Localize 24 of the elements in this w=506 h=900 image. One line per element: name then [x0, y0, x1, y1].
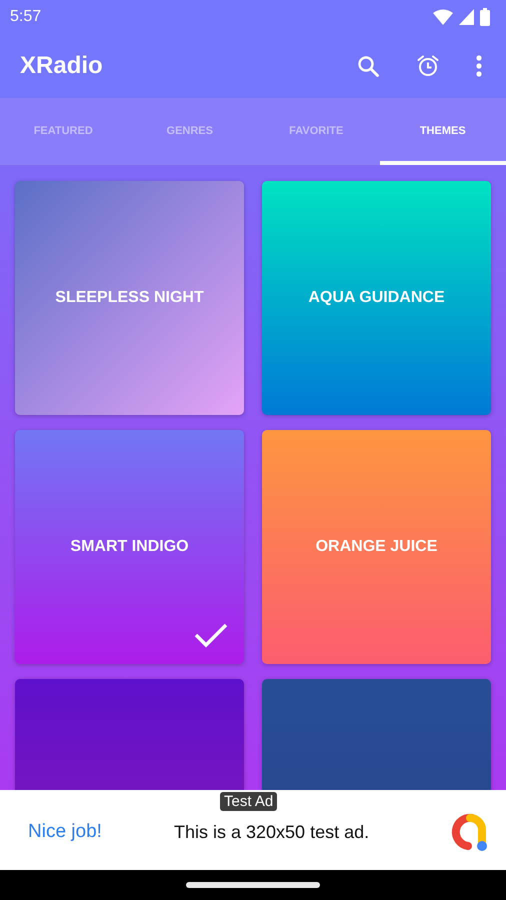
tab[interactable]: FEATURED	[0, 98, 126, 165]
ad-badge: Test Ad	[220, 792, 278, 811]
signal-icon	[459, 8, 474, 24]
home-handle[interactable]	[186, 882, 320, 888]
theme-name: ORANGE JUICE	[316, 538, 438, 556]
search-icon[interactable]	[356, 54, 380, 78]
more-options-icon[interactable]	[476, 54, 482, 76]
theme-name: SMART INDIGO	[70, 538, 189, 556]
alarm-clock-icon[interactable]	[416, 54, 440, 78]
theme-card[interactable]: SLEEPLESS NIGHT	[15, 181, 244, 415]
tab[interactable]: GENRES	[126, 98, 253, 165]
theme-card[interactable]: ORANGE JUICE	[262, 430, 491, 664]
ad-text: This is a 320x50 test ad.	[174, 822, 370, 842]
checkmark-icon	[194, 622, 228, 648]
theme-name: SLEEPLESS NIGHT	[55, 289, 204, 307]
theme-card[interactable]: SMART INDIGO	[15, 430, 244, 664]
status-time: 5:57	[10, 8, 42, 26]
theme-card[interactable]: AQUA GUIDANCE	[262, 181, 491, 415]
wifi-icon	[433, 8, 453, 24]
theme-name: AQUA GUIDANCE	[308, 289, 445, 307]
ad-headline: Nice job!	[28, 821, 103, 843]
tab[interactable]: FAVORITE	[253, 98, 380, 165]
battery-icon	[480, 8, 490, 26]
app-title: XRadio	[20, 52, 103, 80]
